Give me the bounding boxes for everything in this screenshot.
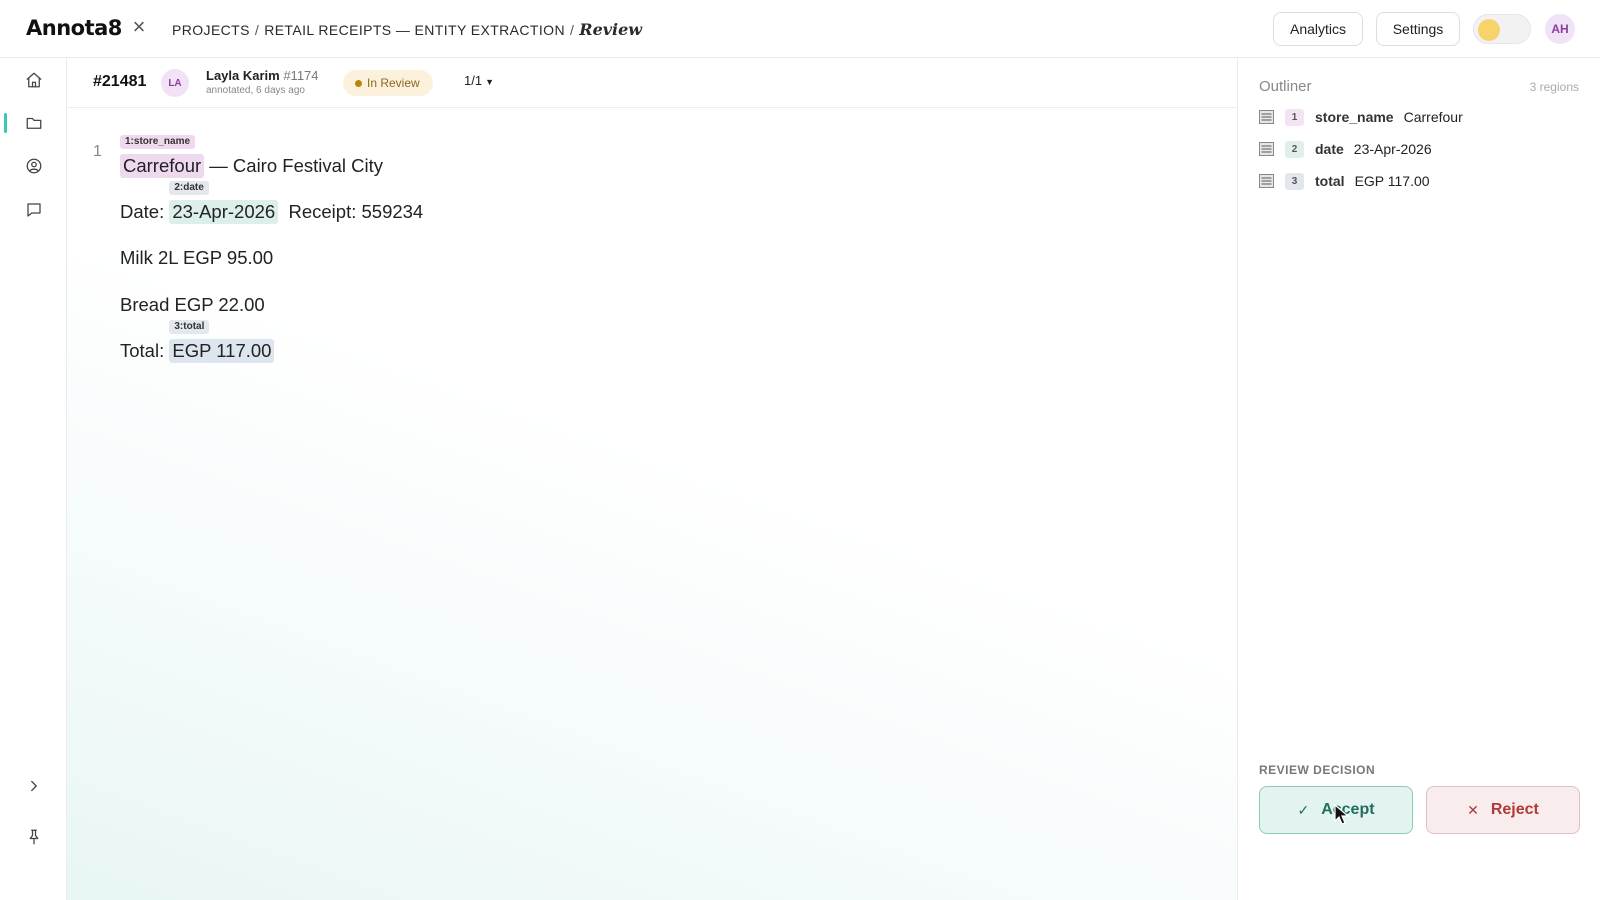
entity-text-store-name: Carrefour [123,155,202,176]
pin-icon[interactable] [22,825,46,849]
region-label: store_name [1315,109,1394,125]
review-decision-title: Review Decision [1259,763,1375,777]
line-text: Date: [120,201,170,222]
annotator-name-text: Layla Karim [206,68,280,83]
entity-text-date: 23-Apr-2026 [172,201,276,222]
annotator-id: #1174 [283,68,319,83]
text-region-icon [1259,142,1274,156]
text-line-item-2: Bread EGP 22.00 [120,294,265,315]
user-circle-icon[interactable] [22,154,46,178]
region-number: 3 [1285,172,1304,190]
review-decision-text: Review Decision [1259,763,1376,777]
text-line-date: Date: 2:date 23-Apr-2026 Receipt: 559234 [120,181,424,224]
settings-button[interactable]: Settings [1376,12,1460,46]
breadcrumb-current: Review [579,20,643,39]
home-icon[interactable] [22,68,46,92]
region-label: date [1315,141,1344,157]
outliner-title: Outliner [1259,78,1312,95]
x-icon: ✕ [1467,801,1479,818]
task-header: #21481 LA Layla Karim #1174 annotated, 6… [67,58,1237,108]
annotated-time: annotated, 6 days ago [206,85,305,96]
comment-icon[interactable] [22,198,46,222]
text-line-total: Total: 3:total EGP 117.00 [120,320,275,363]
left-nav-rail [0,58,67,900]
status-dot [355,80,362,87]
entity-label-date: 2:date [169,181,209,195]
task-id: #21481 [93,73,147,90]
entity-span-store-name[interactable]: 1:store_name Carrefour [120,135,205,178]
document-view: 1 1:store_name Carrefour — Cairo Festival… [67,108,1237,900]
user-avatar[interactable]: AH [1545,14,1575,44]
accept-button[interactable]: ✓ Accept [1259,786,1413,834]
sun-icon [1478,19,1500,41]
page-indicator: 1/1 [464,73,483,88]
line-text: — Cairo Festival City [204,155,384,176]
folder-icon[interactable] [22,111,46,135]
region-value: 23-Apr-2026 [1353,141,1432,157]
breadcrumb-separator: / [569,22,575,38]
region-number: 1 [1285,108,1304,126]
outliner-region-1[interactable]: 1 store_name Carrefour [1259,106,1463,128]
outliner-region-3[interactable]: 3 total EGP 117.00 [1259,170,1430,192]
status-badge: In Review [343,70,433,96]
text-region-icon [1259,110,1274,124]
text-line-store: 1:store_name Carrefour — Cairo Festival C… [120,135,384,178]
line-text: Total: [120,340,170,361]
breadcrumb: Projects / Retail Receipts — Entity Extrac… [172,20,642,39]
entity-span-date[interactable]: 2:date 23-Apr-2026 [169,181,279,224]
text-line-item-1: Milk 2L EGP 95.00 [120,247,274,268]
breadcrumb-project[interactable]: Retail Receipts — Entity Extraction [264,22,565,38]
app-logo: Annota8 [26,16,122,40]
region-label: total [1315,173,1345,189]
breadcrumb-separator: / [254,22,260,38]
entity-span-total[interactable]: 3:total EGP 117.00 [169,320,275,363]
right-panel: Outliner 3 regions 1 store_name Carrefou… [1237,58,1600,900]
region-value: Carrefour [1403,109,1463,125]
breadcrumb-projects[interactable]: Projects [172,22,250,38]
outliner-region-2[interactable]: 2 date 23-Apr-2026 [1259,138,1432,160]
region-number: 2 [1285,140,1304,158]
caret-down-icon: ▼ [485,77,494,87]
entity-label-total: 3:total [169,320,210,334]
top-bar: Annota8 × Projects / Retail Receipts — Ent… [0,0,1600,58]
chevron-right-icon[interactable] [22,774,46,798]
entity-label-store-name: 1:store_name [120,135,196,149]
entity-text-total: EGP 117.00 [172,340,272,361]
check-icon: ✓ [1297,801,1310,818]
accept-label: Accept [1321,801,1375,818]
theme-toggle[interactable] [1473,14,1531,44]
line-text: Receipt: 559234 [278,201,424,222]
reject-button[interactable]: ✕ Reject [1426,786,1580,834]
analytics-button[interactable]: Analytics [1273,12,1363,46]
region-value: EGP 117.00 [1354,173,1430,189]
annotator-name: Layla Karim #1174 [206,68,319,83]
status-text: In Review [367,76,420,90]
page-selector[interactable]: 1/1 ▼ [464,73,494,88]
text-region-icon [1259,174,1274,188]
annotator-avatar: LA [161,69,189,97]
line-number: 1 [93,143,102,160]
reject-label: Reject [1490,801,1539,818]
close-icon[interactable]: × [128,16,150,40]
region-count: 3 regions [1529,80,1579,94]
active-indicator [4,113,7,133]
